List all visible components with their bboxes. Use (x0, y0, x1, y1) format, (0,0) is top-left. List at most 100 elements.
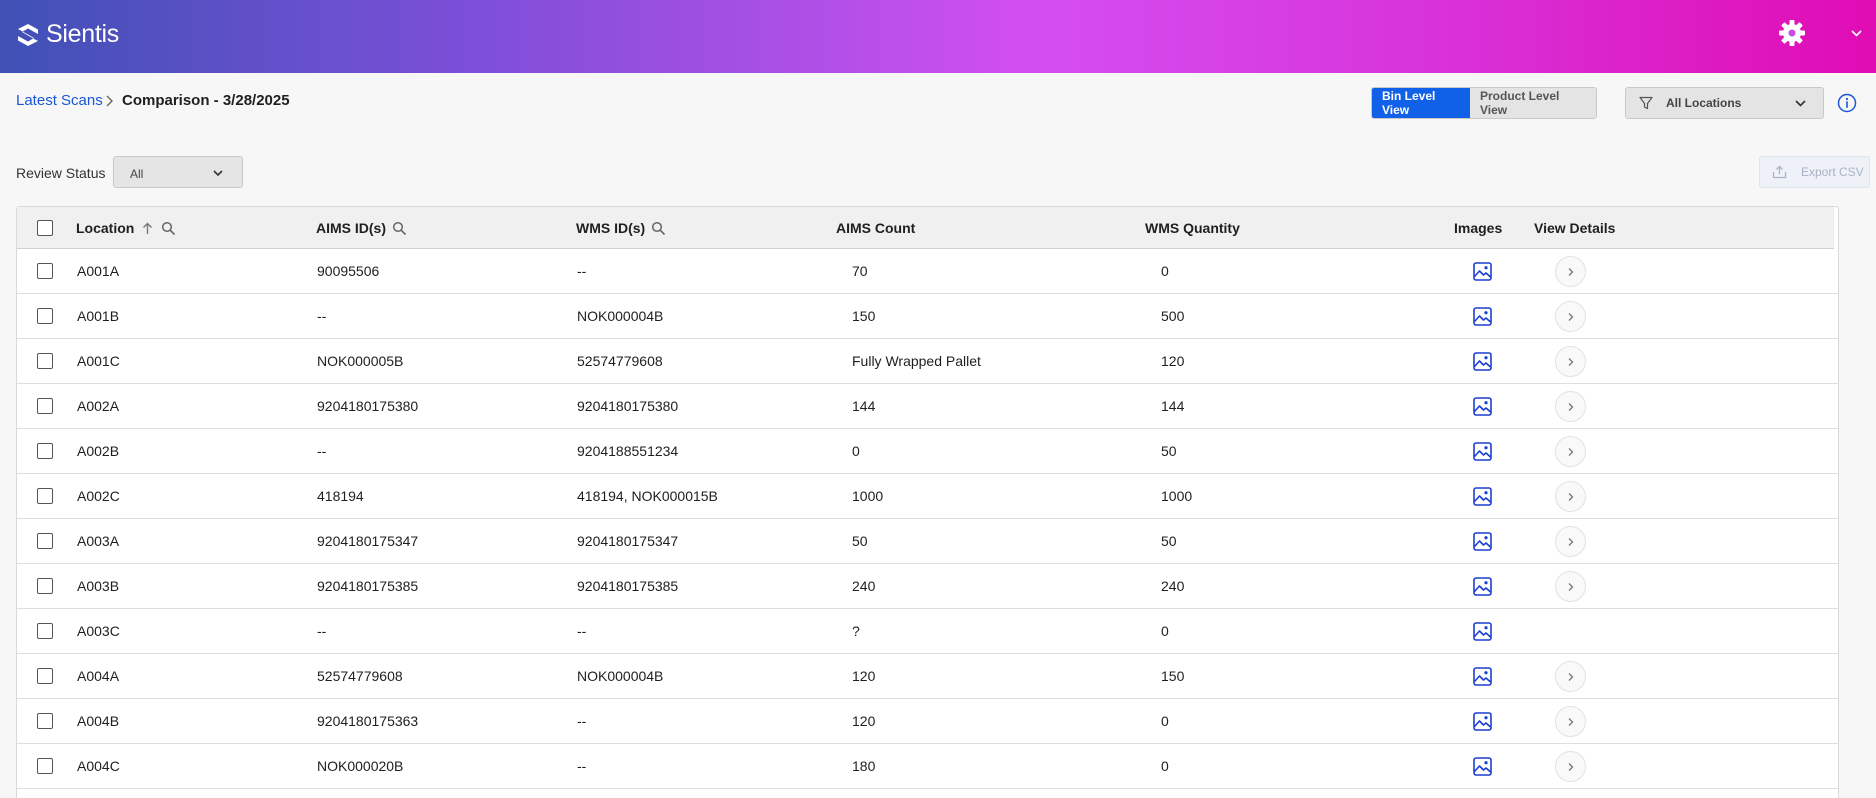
row-checkbox[interactable] (37, 758, 53, 774)
column-header-aims-ids[interactable]: AIMS ID(s) (316, 220, 407, 236)
table-row[interactable]: A002B -- 9204188551234 0 50 (17, 429, 1838, 474)
product-level-view-button[interactable]: Product Level View (1470, 88, 1596, 118)
table-row[interactable]: A002A 9204180175380 9204180175380 144 14… (17, 384, 1838, 429)
chevron-down-icon[interactable] (1850, 28, 1863, 38)
row-checkbox[interactable] (37, 443, 53, 459)
image-gallery-icon[interactable] (1473, 397, 1492, 416)
chevron-right-icon (1568, 447, 1573, 456)
view-details-button[interactable] (1555, 346, 1586, 377)
chevron-right-icon (1568, 312, 1573, 321)
image-gallery-icon[interactable] (1473, 442, 1492, 461)
filter-icon (1639, 96, 1653, 110)
view-details-button[interactable] (1555, 481, 1586, 512)
cell-aims-ids: -- (317, 623, 327, 639)
cell-aims-count: Fully Wrapped Pallet (852, 353, 981, 369)
cell-aims-count: 150 (852, 308, 876, 324)
export-csv-button[interactable]: Export CSV (1759, 156, 1870, 188)
view-details-button[interactable] (1555, 571, 1586, 602)
image-gallery-icon[interactable] (1473, 262, 1492, 281)
image-gallery-icon[interactable] (1473, 577, 1492, 596)
table-header: Location AIMS ID(s) WMS ID(s) AIMS Count… (17, 207, 1834, 249)
chevron-right-icon (1568, 537, 1573, 546)
cell-aims-count: 1000 (852, 488, 884, 504)
column-header-wms-ids[interactable]: WMS ID(s) (576, 220, 666, 236)
search-icon[interactable] (392, 221, 407, 236)
cell-wms-quantity: 0 (1161, 263, 1169, 279)
table-row[interactable]: A004A 52574779608 NOK000004B 120 150 (17, 654, 1838, 699)
bin-level-view-button[interactable]: Bin Level View (1372, 88, 1470, 118)
info-icon[interactable] (1837, 93, 1857, 113)
cell-wms-quantity: 0 (1161, 758, 1169, 774)
row-checkbox[interactable] (37, 533, 53, 549)
gear-icon[interactable] (1778, 19, 1806, 47)
search-icon[interactable] (651, 221, 666, 236)
cell-aims-ids: 52574779608 (317, 668, 403, 684)
view-details-button[interactable] (1555, 301, 1586, 332)
cell-aims-ids: NOK000020B (317, 758, 404, 774)
chevron-right-icon (1568, 357, 1573, 366)
image-gallery-icon[interactable] (1473, 622, 1492, 641)
row-checkbox[interactable] (37, 353, 53, 369)
row-checkbox[interactable] (37, 578, 53, 594)
table-row[interactable]: A003A 9204180175347 9204180175347 50 50 (17, 519, 1838, 564)
cell-wms-quantity: 50 (1161, 443, 1177, 459)
brand-logo[interactable]: Sientis (17, 20, 119, 49)
cell-wms-ids: -- (577, 758, 587, 774)
image-gallery-icon[interactable] (1473, 712, 1492, 731)
sientis-logo-icon (18, 23, 38, 46)
row-checkbox[interactable] (37, 308, 53, 324)
cell-location: A001C (77, 353, 120, 369)
breadcrumb-latest-scans[interactable]: Latest Scans (16, 92, 103, 109)
column-header-aims-ids-label: AIMS ID(s) (316, 220, 386, 236)
table-row[interactable]: A004C NOK000020B -- 180 0 (17, 744, 1838, 789)
view-details-button[interactable] (1555, 706, 1586, 737)
view-details-button[interactable] (1555, 751, 1586, 782)
cell-wms-quantity: 240 (1161, 578, 1185, 594)
chevron-right-icon (106, 95, 113, 107)
row-checkbox[interactable] (37, 668, 53, 684)
table-row[interactable]: A001B -- NOK000004B 150 500 (17, 294, 1838, 339)
view-details-button[interactable] (1555, 256, 1586, 287)
row-checkbox[interactable] (37, 263, 53, 279)
cell-aims-count: 70 (852, 263, 868, 279)
view-details-button[interactable] (1555, 661, 1586, 692)
view-details-button[interactable] (1555, 436, 1586, 467)
table-row[interactable]: A003C -- -- ? 0 (17, 609, 1838, 654)
location-filter-dropdown[interactable]: All Locations (1625, 87, 1824, 119)
row-checkbox[interactable] (37, 713, 53, 729)
chevron-right-icon (1568, 402, 1573, 411)
location-filter-value: All Locations (1666, 96, 1742, 110)
table-row[interactable]: A002C 418194 418194, NOK000015B 1000 100… (17, 474, 1838, 519)
image-gallery-icon[interactable] (1473, 307, 1492, 326)
image-gallery-icon[interactable] (1473, 667, 1492, 686)
cell-location: A003A (77, 533, 120, 549)
image-gallery-icon[interactable] (1473, 352, 1492, 371)
image-gallery-icon[interactable] (1473, 532, 1492, 551)
image-gallery-icon[interactable] (1473, 757, 1492, 776)
table-row[interactable]: A004B 9204180175363 -- 120 0 (17, 699, 1838, 744)
search-icon[interactable] (161, 221, 176, 236)
comparison-table: Location AIMS ID(s) WMS ID(s) AIMS Count… (16, 206, 1839, 798)
column-header-aims-count-label: AIMS Count (836, 220, 916, 236)
row-checkbox[interactable] (37, 623, 53, 639)
review-status-dropdown[interactable]: All (113, 156, 243, 188)
cell-wms-ids: -- (577, 713, 587, 729)
cell-aims-count: 120 (852, 668, 876, 684)
table-row[interactable]: A003B 9204180175385 9204180175385 240 24… (17, 564, 1838, 609)
cell-location: A003B (77, 578, 120, 594)
cell-aims-ids: 418194 (317, 488, 364, 504)
view-details-button[interactable] (1555, 391, 1586, 422)
table-row[interactable]: A001C NOK000005B 52574779608 Fully Wrapp… (17, 339, 1838, 384)
select-all-checkbox[interactable] (37, 220, 53, 236)
cell-aims-ids: NOK000005B (317, 353, 404, 369)
table-row[interactable]: A001A 90095506 -- 70 0 (17, 249, 1838, 294)
image-gallery-icon[interactable] (1473, 487, 1492, 506)
cell-location: A001B (77, 308, 120, 324)
column-header-location[interactable]: Location (76, 220, 176, 236)
view-details-button[interactable] (1555, 526, 1586, 557)
sort-ascending-icon[interactable] (140, 221, 155, 236)
view-toggle: Bin Level View Product Level View (1371, 87, 1597, 119)
row-checkbox[interactable] (37, 488, 53, 504)
row-checkbox[interactable] (37, 398, 53, 414)
cell-aims-count: 240 (852, 578, 876, 594)
